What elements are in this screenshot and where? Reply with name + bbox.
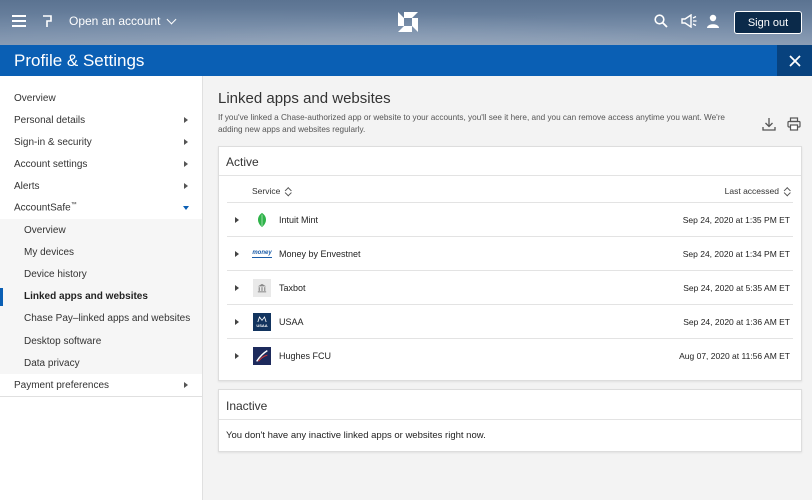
chevron-right-icon [184, 382, 188, 389]
sidebar-subitem-chase-pay-linked[interactable]: Chase Pay–linked apps and websites [0, 308, 202, 330]
sidebar-item-personal-details[interactable]: Personal details [0, 109, 202, 131]
bank-icon [253, 279, 271, 297]
sidebar-subitem-overview[interactable]: Overview [0, 219, 202, 241]
trademark: ™ [70, 202, 77, 209]
open-account-label: Open an account [69, 14, 161, 28]
search-icon[interactable] [654, 14, 668, 28]
sidebar-item-label: Sign-in & security [14, 136, 92, 148]
last-accessed: Sep 24, 2020 at 1:34 PM ET [682, 248, 790, 259]
expand-icon[interactable] [235, 318, 239, 325]
table-row[interactable]: Intuit Mint Sep 24, 2020 at 1:35 PM ET [227, 203, 793, 237]
top-bar: Open an account Sign out [0, 0, 812, 45]
sort-icon [285, 187, 291, 196]
sidebar-subitem-my-devices[interactable]: My devices [0, 241, 202, 263]
service-name: Money by Envestnet [279, 248, 361, 259]
open-account-icon[interactable] [42, 14, 54, 28]
last-accessed: Aug 07, 2020 at 11:56 AM ET [679, 351, 790, 361]
open-account-menu[interactable]: Open an account [69, 14, 177, 28]
active-title: Active [226, 155, 259, 169]
sidebar: Overview Personal details Sign-in & secu… [0, 76, 203, 500]
service-column-header[interactable]: Service [252, 186, 291, 196]
chevron-right-icon [184, 139, 188, 145]
sidebar-item-accountsafe[interactable]: AccountSafe™ [0, 197, 202, 219]
sidebar-subitem-linked-apps[interactable]: Linked apps and websites [0, 286, 202, 308]
close-button[interactable] [777, 45, 812, 76]
sidebar-subitem-desktop-software[interactable]: Desktop software [0, 330, 202, 352]
sidebar-item-overview[interactable]: Overview [0, 87, 202, 109]
inactive-card: Inactive You don't have any inactive lin… [218, 389, 802, 452]
expand-icon[interactable] [235, 353, 239, 359]
usaa-logo-text: USAA [256, 323, 268, 328]
close-icon [788, 54, 801, 67]
sidebar-item-label: Alerts [14, 180, 40, 192]
chase-logo-icon[interactable] [397, 11, 419, 33]
last-accessed-column-header[interactable]: Last accessed [725, 186, 790, 196]
service-name: Hughes FCU [279, 351, 332, 361]
megaphone-icon[interactable] [681, 14, 697, 28]
download-icon[interactable] [762, 117, 776, 131]
service-name: Taxbot [279, 282, 306, 293]
service-header-label: Service [252, 186, 281, 196]
expand-icon[interactable] [235, 250, 239, 257]
money-logo-icon: money [252, 245, 272, 263]
sidebar-item-label: Payment preferences [14, 379, 110, 391]
expand-icon[interactable] [235, 216, 239, 223]
sign-out-button[interactable]: Sign out [734, 11, 802, 34]
sidebar-item-account-settings[interactable]: Account settings [0, 153, 202, 175]
sidebar-item-label: Account settings [14, 158, 88, 170]
sidebar-subitem-data-privacy[interactable]: Data privacy [0, 352, 202, 374]
money-logo-text: money [252, 250, 272, 258]
inactive-title: Inactive [226, 399, 268, 413]
intro-text: If you've linked a Chase-authorized app … [218, 113, 725, 134]
user-icon[interactable] [706, 14, 720, 28]
last-accessed: Sep 24, 2020 at 1:36 AM ET [683, 316, 790, 327]
hughes-logo-icon [253, 347, 271, 365]
sidebar-item-sign-in-security[interactable]: Sign-in & security [0, 131, 202, 153]
menu-icon[interactable] [12, 15, 26, 27]
inactive-message: You don't have any inactive linked apps … [226, 430, 486, 441]
service-name: USAA [279, 316, 304, 327]
chevron-right-icon [184, 117, 188, 123]
chevron-down-icon [166, 14, 177, 25]
sort-icon [784, 187, 790, 196]
accountsafe-label: AccountSafe [14, 202, 71, 214]
chevron-right-icon [184, 183, 188, 189]
sidebar-item-label: AccountSafe™ [14, 202, 77, 213]
table-row[interactable]: money Money by Envestnet Sep 24, 2020 at… [227, 237, 793, 271]
sidebar-item-payment-preferences[interactable]: Payment preferences [0, 374, 202, 396]
chevron-down-icon [183, 206, 189, 210]
chevron-right-icon [184, 161, 188, 167]
usaa-logo-icon: USAA [253, 313, 271, 331]
section-title: Linked apps and websites [218, 90, 391, 107]
main-content: Linked apps and websites If you've linke… [203, 76, 812, 500]
sidebar-divider [0, 396, 202, 398]
sidebar-subitem-device-history[interactable]: Device history [0, 263, 202, 285]
sidebar-item-label: Personal details [14, 114, 86, 126]
page-title: Profile & Settings [14, 51, 145, 70]
table-row[interactable]: Hughes FCU Aug 07, 2020 at 11:56 AM ET [227, 339, 793, 373]
last-accessed: Sep 24, 2020 at 5:35 AM ET [683, 282, 790, 293]
divider [219, 175, 801, 176]
table-row[interactable]: Taxbot Sep 24, 2020 at 5:35 AM ET [227, 271, 793, 305]
sidebar-item-alerts[interactable]: Alerts [0, 175, 202, 197]
last-accessed: Sep 24, 2020 at 1:35 PM ET [682, 214, 790, 225]
print-icon[interactable] [787, 117, 801, 131]
divider [219, 419, 801, 420]
service-name: Intuit Mint [279, 214, 319, 225]
profile-settings-header: Profile & Settings [0, 45, 812, 76]
table-row[interactable]: USAA USAA Sep 24, 2020 at 1:36 AM ET [227, 305, 793, 339]
expand-icon[interactable] [235, 284, 239, 291]
sidebar-item-label: Overview [14, 92, 56, 104]
last-accessed-header-label: Last accessed [724, 186, 779, 196]
mint-leaf-icon [253, 211, 271, 229]
active-card: Active Service Last accessed Intuit Mint… [218, 146, 802, 381]
accountsafe-submenu: Overview My devices Device history Linke… [0, 219, 202, 375]
